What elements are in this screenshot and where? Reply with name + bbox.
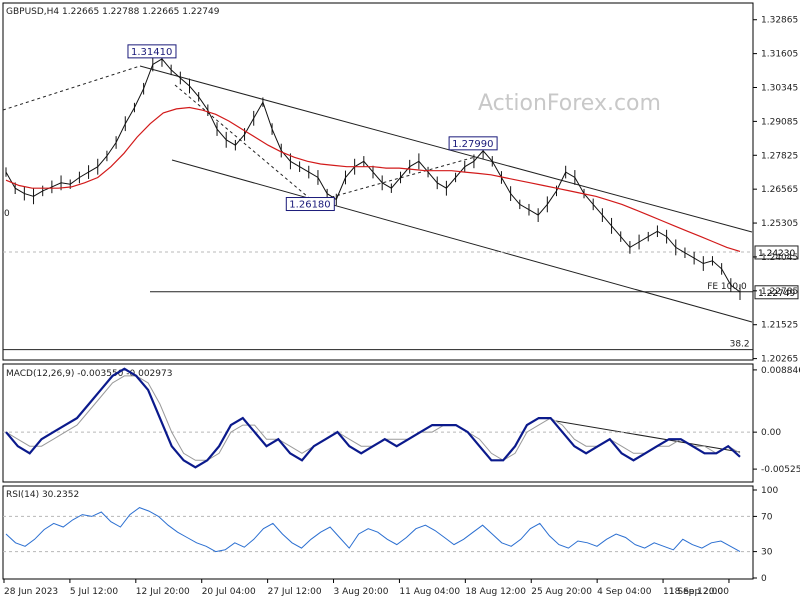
x-tick-label: 18 Sep 20:00 (669, 587, 729, 597)
price-layer (5, 50, 741, 300)
price-panel-frame (2, 2, 754, 361)
channel-lower-line (171, 159, 753, 323)
price-y-tick-label: 1.32865 (761, 16, 798, 26)
rsi-y-tick-label: 100 (761, 486, 778, 496)
axes-layer: 1.32865 1.31605 1.30345 1.29085 1.27825 1.265… (3, 16, 800, 597)
macd-layer (5, 367, 741, 469)
left-cut-label: 0 (4, 209, 10, 219)
level-note: 38.2 (730, 340, 750, 350)
price-y-tick-label: 1.25305 (761, 219, 798, 229)
x-tick-label: 4 Sep 04:00 (597, 587, 652, 597)
macd-trendline (555, 420, 741, 453)
x-tick-label: 20 Jul 04:00 (202, 587, 256, 597)
rsi-title: RSI(14) 30.2352 (6, 490, 79, 500)
macd-title: MACD(12,26,9) -0.003550 -0.002973 (6, 369, 172, 379)
rsi-line (5, 507, 741, 553)
macd-y-tick-label: -0.005252 (761, 465, 800, 475)
rsi-layer (5, 507, 741, 553)
price-y-tick-label: 1.22785 (761, 287, 798, 297)
price-y-tick-label: 1.24045 (761, 253, 798, 263)
macd-y-tick-label: 0.008846 (761, 366, 800, 376)
dashed-fib-line (174, 84, 315, 203)
watermark: ActionForex.com (478, 91, 661, 116)
price-label: 1.31410 (131, 47, 172, 58)
price-y-tick-label: 1.27825 (761, 151, 798, 161)
dashed-trend-left (2, 65, 141, 111)
chart-svg: ActionForex.com GBPUSD,H4 1.22665 1.2278… (2, 2, 800, 597)
x-tick-label: 11 Aug 04:00 (399, 587, 460, 597)
rsi-y-tick-label: 70 (761, 512, 773, 522)
price-label: 1.26180 (289, 200, 330, 211)
x-tick-label: 5 Jul 12:00 (70, 587, 119, 597)
rsi-y-tick-label: 30 (761, 548, 773, 558)
price-y-tick-label: 1.30345 (761, 84, 798, 94)
chart-title: GBPUSD,H4 1.22665 1.22788 1.22665 1.2274… (6, 7, 220, 17)
level-note: FE 100.0 (707, 282, 747, 292)
macd-signal-line (5, 375, 741, 461)
x-tick-label: 25 Aug 20:00 (531, 587, 592, 597)
labels-layer: 1.314101.261801.279901.242301.22749FE 10… (127, 44, 799, 350)
price-y-tick-label: 1.29085 (761, 117, 798, 127)
chart-container: ActionForex.com GBPUSD,H4 1.22665 1.2278… (0, 0, 800, 600)
x-tick-label: 18 Aug 12:00 (465, 587, 526, 597)
x-tick-label: 12 Jul 20:00 (136, 587, 190, 597)
price-y-tick-label: 1.26565 (761, 185, 798, 195)
price-y-tick-label: 1.21525 (761, 321, 798, 331)
grid-layer (3, 251, 753, 553)
price-label: 1.27990 (452, 139, 493, 150)
x-tick-label: 28 Jun 2023 (4, 587, 58, 597)
macd-line (5, 367, 741, 469)
rsi-y-tick-label: 0 (761, 574, 767, 584)
x-tick-label: 3 Aug 20:00 (334, 587, 389, 597)
price-y-tick-label: 1.20265 (761, 355, 798, 365)
x-tick-label: 27 Jul 12:00 (268, 587, 322, 597)
macd-y-tick-label: 0.00 (761, 428, 781, 438)
price-y-tick-label: 1.31605 (761, 50, 798, 60)
